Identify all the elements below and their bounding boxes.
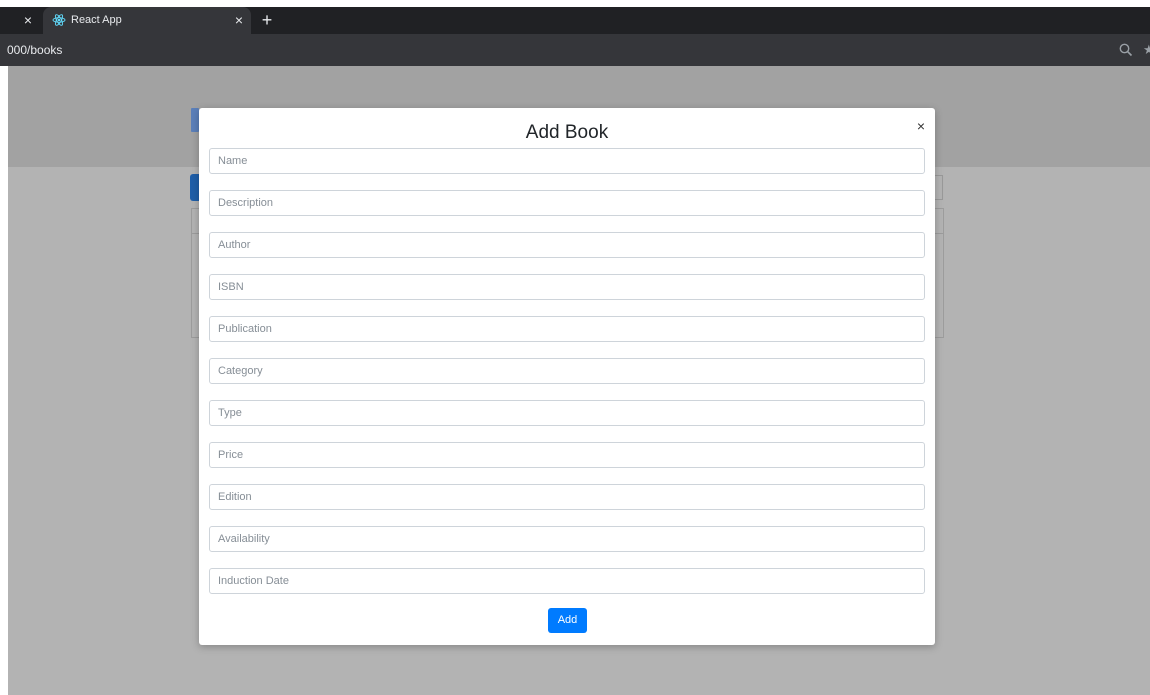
name-field[interactable]	[209, 148, 925, 174]
bookmark-star-icon[interactable]: ★	[1143, 43, 1150, 57]
add-book-button[interactable]: Add	[548, 608, 587, 633]
welcome-text-fragment	[935, 104, 949, 118]
window-left-edge	[0, 66, 8, 695]
modal-title: Add Book	[525, 122, 609, 143]
induction-date-field[interactable]	[209, 568, 925, 594]
new-tab-button[interactable]: +	[258, 10, 276, 30]
edition-field[interactable]	[209, 484, 925, 510]
availability-field[interactable]	[209, 526, 925, 552]
price-field[interactable]	[209, 442, 925, 468]
modal-close-icon[interactable]: ×	[913, 118, 929, 134]
category-field[interactable]	[209, 358, 925, 384]
isbn-field[interactable]	[209, 274, 925, 300]
browser-tab-bar: × React App × +	[0, 7, 1150, 34]
tab-close-icon[interactable]: ×	[231, 11, 247, 29]
address-bar[interactable]: 000/books ★	[0, 34, 1150, 66]
page-heading-fragment	[191, 108, 199, 132]
publication-field[interactable]	[209, 316, 925, 342]
browser-tab-react-app[interactable]: React App ×	[43, 7, 251, 34]
background-button-fragment	[190, 174, 199, 201]
type-field[interactable]	[209, 400, 925, 426]
url-text[interactable]: 000/books	[7, 42, 62, 58]
window-top-strip	[0, 0, 1150, 7]
add-book-modal: Add Book × Add	[199, 108, 935, 645]
logout-link-fragment	[935, 144, 943, 156]
magnifier-icon[interactable]	[1118, 42, 1134, 58]
react-icon	[52, 14, 66, 26]
background-input-fragment	[935, 175, 943, 200]
tab-title: React App	[71, 14, 122, 26]
author-field[interactable]	[209, 232, 925, 258]
description-field[interactable]	[209, 190, 925, 216]
previous-tab-close-icon[interactable]: ×	[20, 11, 36, 29]
